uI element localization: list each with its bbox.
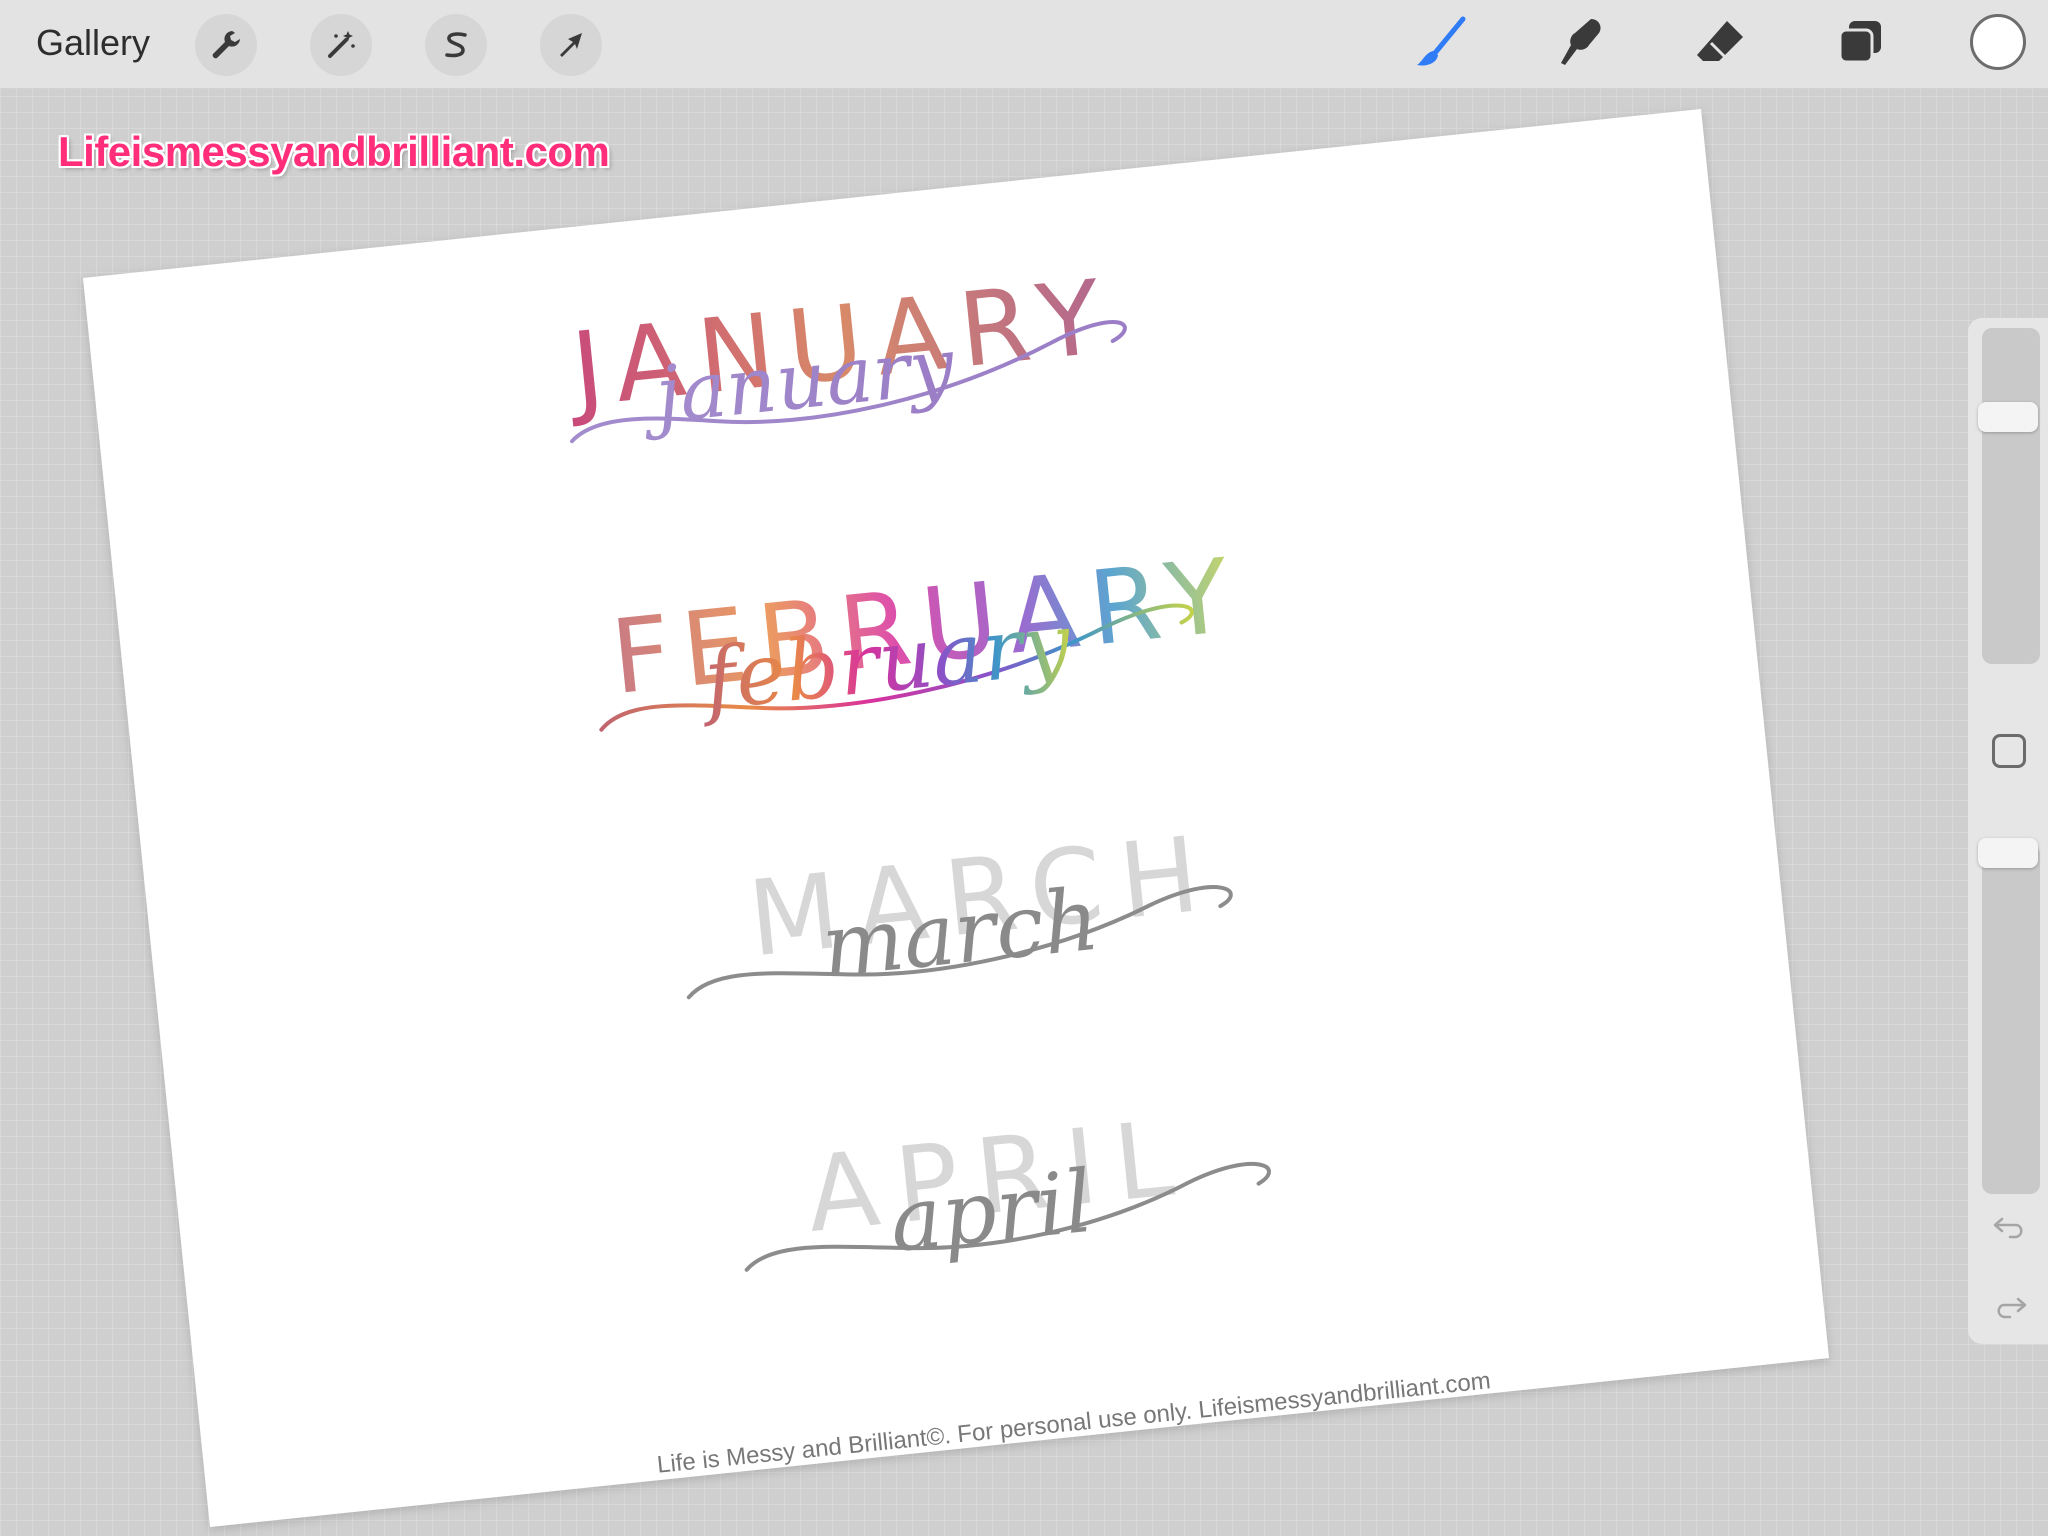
opacity-handle[interactable] xyxy=(1978,838,2038,868)
site-watermark: Lifeismessyandbrilliant.com xyxy=(58,128,610,175)
opacity-slider[interactable] xyxy=(1978,838,2040,1194)
square-icon[interactable] xyxy=(1992,734,2026,768)
redo-icon[interactable] xyxy=(1990,1288,2030,1328)
brush-size-handle[interactable] xyxy=(1978,401,2038,432)
brush-size-slider[interactable] xyxy=(1978,328,2040,664)
right-sidebar xyxy=(1968,318,2048,1344)
undo-icon[interactable] xyxy=(1990,1208,2030,1248)
month-script-april: april xyxy=(886,1152,1098,1272)
canvas[interactable]: JANUARY january FEBRUARY february MARCH … xyxy=(0,0,2048,1536)
